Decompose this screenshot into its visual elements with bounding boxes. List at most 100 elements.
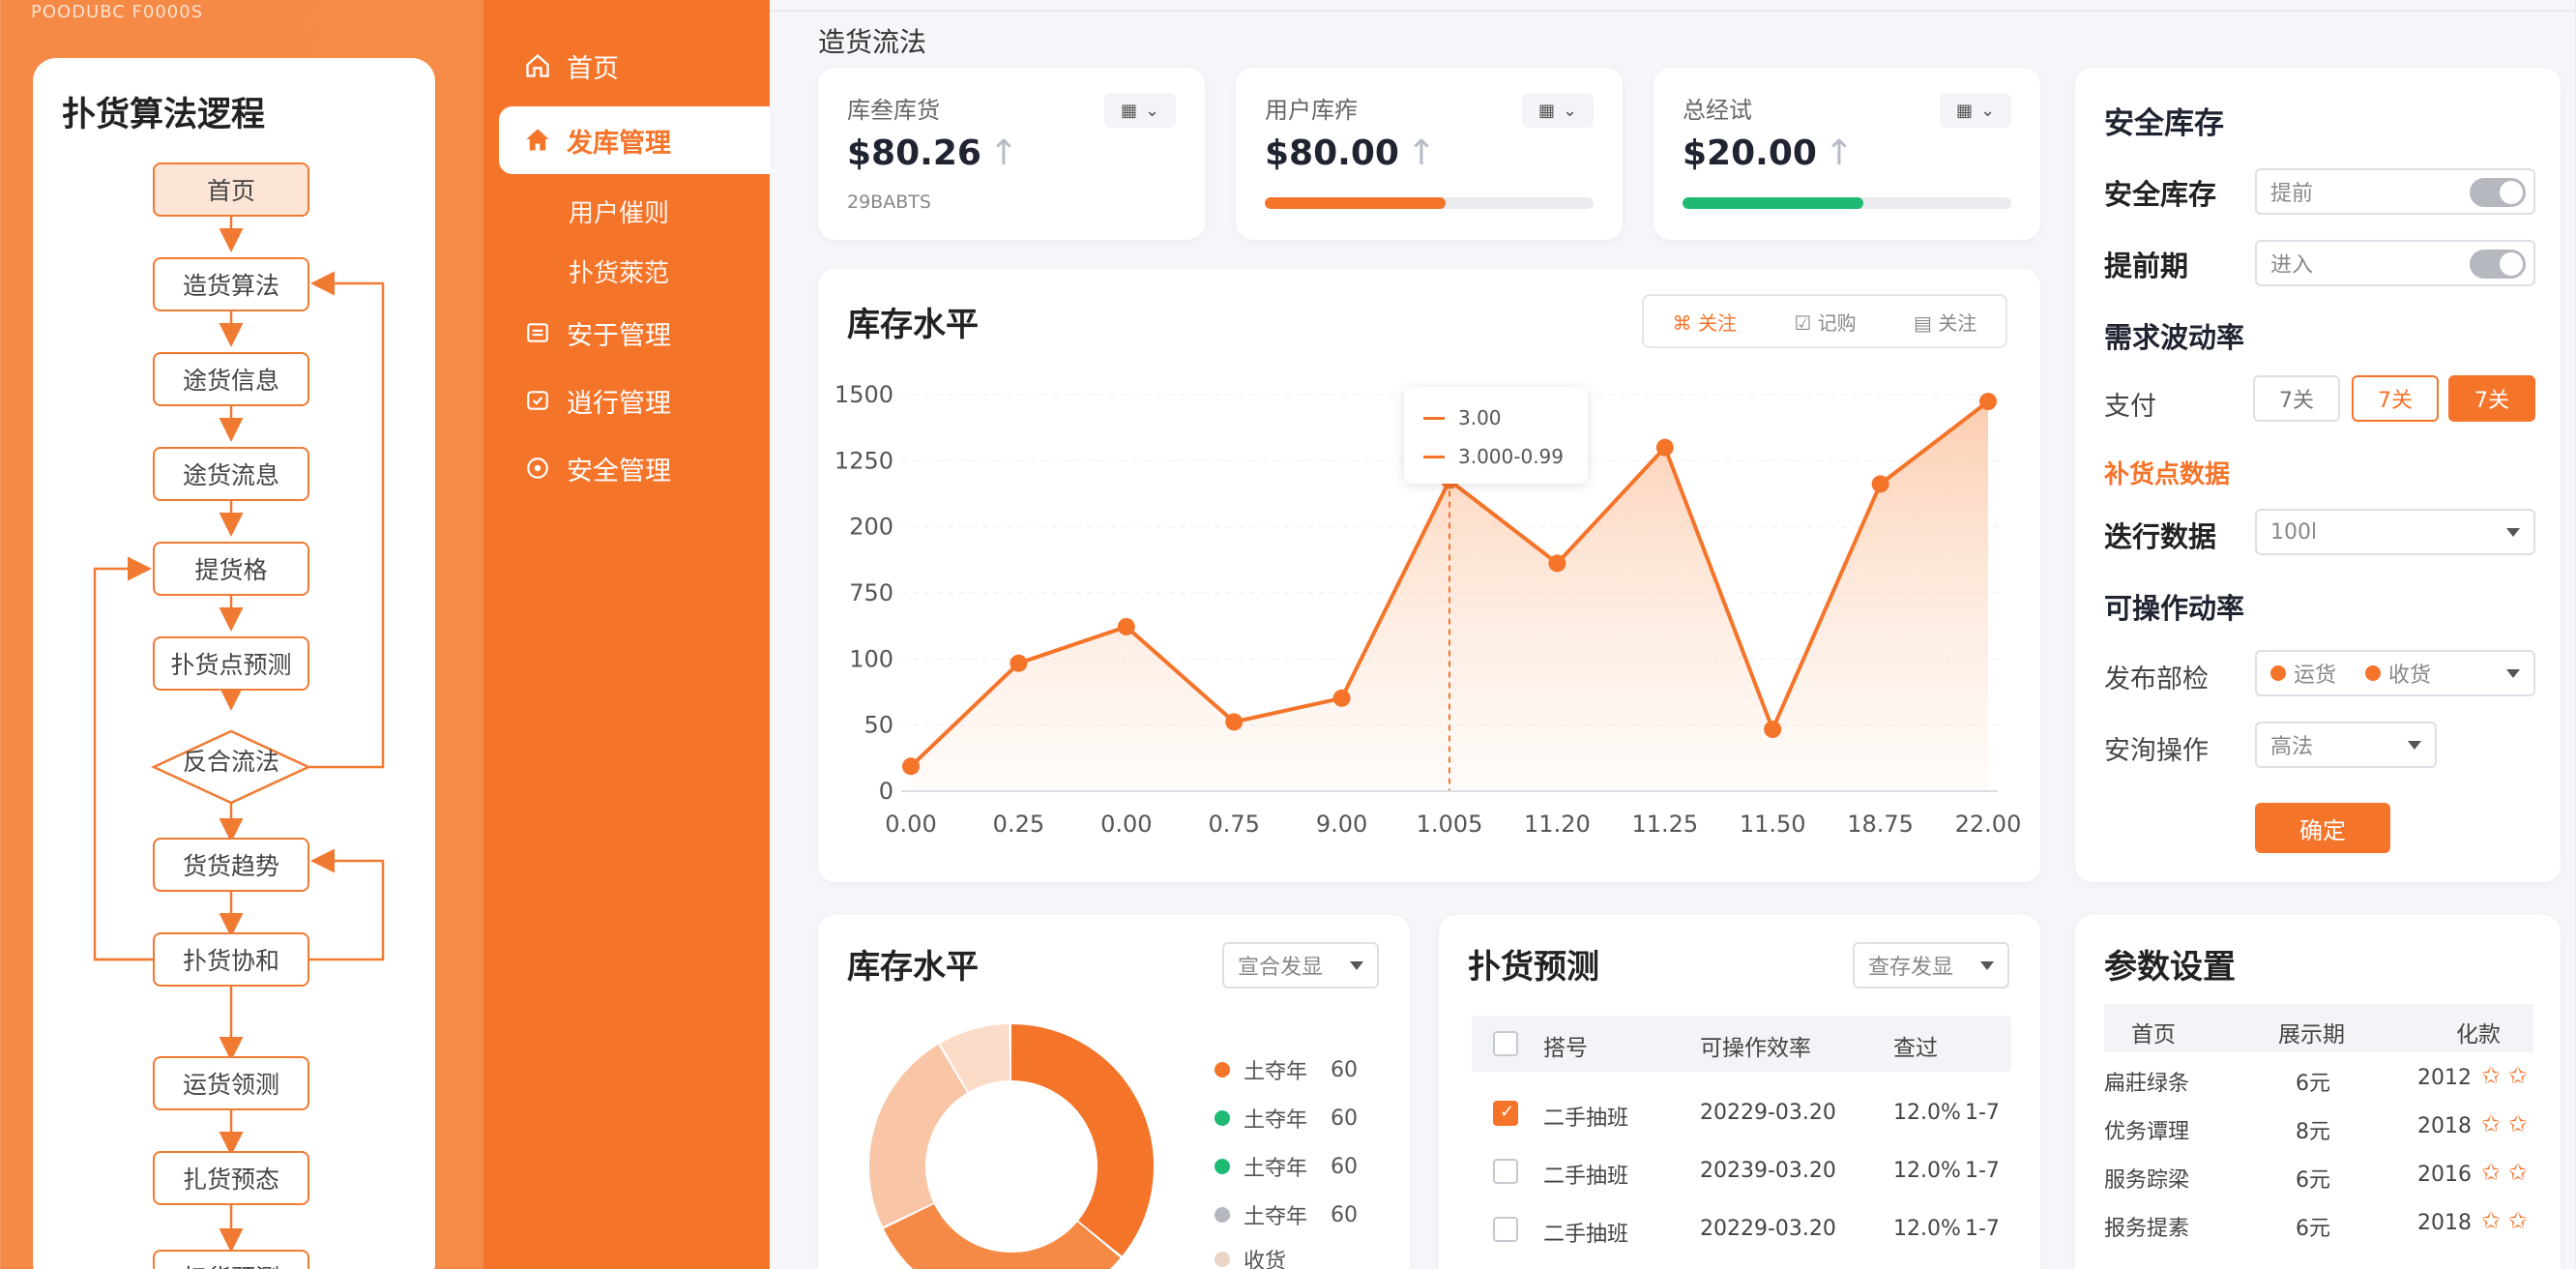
donut-chart (869, 1024, 1154, 1269)
flow-node: 提货格 (153, 542, 309, 596)
safety-stock-input[interactable]: 提前 (2255, 168, 2535, 215)
dot-icon (2270, 665, 2286, 681)
lead-time-input[interactable]: 进入 (2255, 240, 2535, 286)
flow-node: 运货领测 (153, 1056, 309, 1110)
reorder-data-link[interactable]: 补货点数据 (2104, 455, 2230, 490)
flow-node: 扫货预测 (153, 1250, 309, 1269)
donut-slice (883, 1203, 1121, 1269)
flow-node: 途货流息 (153, 447, 309, 501)
x-tick-label: 1.005 (1417, 811, 1483, 838)
star-icon[interactable]: ✩ ✩ (2481, 1110, 2528, 1137)
nav-item-security[interactable]: 安全管理 (524, 447, 671, 489)
publish-select[interactable]: 运货 收货 (2255, 650, 2535, 696)
caret-down-icon (2408, 741, 2421, 750)
legend-item: 土夺年 60 (1215, 1199, 1358, 1230)
star-icon[interactable]: ✩ ✩ (2481, 1159, 2528, 1186)
donut-slice (940, 1024, 1011, 1093)
nav-item-label: 安全管理 (567, 456, 671, 487)
donut-title: 库存水平 (847, 948, 979, 987)
stat-menu-button[interactable]: ▦ ⌄ (1940, 93, 2011, 128)
stat-label: 总经试 (1683, 97, 1752, 124)
chevron-down-icon: ⌄ (1979, 100, 1996, 121)
forecast-select[interactable]: 查存发显 (1853, 942, 2009, 989)
nav-item-label: 发库管理 (567, 128, 671, 159)
legend-item: 土夺年 60 (1215, 1103, 1358, 1134)
top-code-text: POODUBC F0000S (31, 2, 204, 22)
x-tick-label: 18.75 (1847, 811, 1914, 838)
header-divider (770, 10, 2576, 12)
column-header: 搭号 (1543, 1036, 1588, 1061)
params-title: 参数设置 (2104, 948, 2236, 987)
nav-item-warehouse[interactable]: 发库管理 (524, 119, 671, 162)
data-point (1010, 654, 1028, 672)
table-cell: 扁莊绿条 (2104, 1072, 2190, 1096)
donut-select[interactable]: 宣合发显 (1222, 942, 1379, 989)
caret-down-icon (2506, 528, 2520, 537)
stat-menu-button[interactable]: ▦ ⌄ (1522, 93, 1594, 128)
toggle-switch[interactable] (2470, 250, 2526, 279)
chart-tooltip: 3.00 3.000-0.99 (1404, 387, 1588, 484)
y-tick-label: 1250 (834, 447, 893, 474)
area-chart: 1500 1250 200 750 100 50 0 0.00 0.25 0.00 0.75 9.00… (834, 381, 2022, 838)
confirm-button[interactable]: 确定 (2255, 803, 2390, 853)
stat-menu-button[interactable]: ▦ ⌄ (1104, 93, 1176, 128)
legend-dot (1215, 1159, 1230, 1174)
table-cell: 2018 (2417, 1114, 2472, 1138)
row-checkbox[interactable] (1493, 1217, 1518, 1242)
table-cell: 二手抽班 (1543, 1223, 1629, 1247)
y-tick-label: 750 (849, 579, 893, 606)
nav-item-label: 首页 (567, 53, 619, 84)
run-data-select[interactable]: 100l (2255, 509, 2535, 555)
flow-node: 造货算法 (153, 257, 309, 311)
nav-item-label: 安于管理 (567, 320, 671, 351)
table-cell: 1-7 (1965, 1217, 2000, 1241)
row-checkbox[interactable] (1493, 1101, 1518, 1126)
period-pill[interactable]: 7关 (2253, 375, 2340, 422)
table-cell: 服务踪梁 (2104, 1168, 2190, 1193)
select-all-checkbox[interactable] (1493, 1031, 1518, 1056)
dot-icon (2365, 665, 2382, 681)
row-checkbox[interactable] (1493, 1159, 1518, 1184)
setting-label: 支付 (2104, 392, 2156, 422)
star-icon[interactable]: ✩ ✩ (2481, 1062, 2528, 1089)
progress-fill (1683, 197, 1863, 209)
section-title: 需求波动率 (2104, 321, 2245, 354)
x-tick-label: 22.00 (1955, 811, 2022, 838)
nav-item-home[interactable]: 首页 (524, 44, 619, 87)
nav-item-safety[interactable]: 安于管理 (524, 311, 671, 354)
stat-value: $80.00 ↑ (1265, 133, 1437, 173)
y-tick-label: 1500 (834, 381, 893, 408)
setting-label: 迭行数据 (2104, 520, 2217, 553)
shield-icon (524, 455, 551, 482)
nav-sub-item[interactable]: 用户催则 (569, 193, 669, 229)
x-tick-label: 0.00 (885, 811, 936, 838)
period-pill-active[interactable]: 7关 (2448, 375, 2535, 422)
setting-label: 发布部检 (2104, 664, 2209, 694)
settings-card: 安全库存 安全库存 提前 提前期 进入 需求波动率 支付 7关 7关 7关 补货… (2075, 68, 2561, 882)
nav-sub-item[interactable]: 扑货萊范 (569, 253, 669, 289)
caret-down-icon (2506, 669, 2520, 678)
period-pill[interactable]: 7关 (2352, 375, 2439, 422)
y-tick-label: 200 (849, 514, 893, 541)
query-select[interactable]: 高法 (2255, 722, 2437, 768)
table-cell: 12.0% (1893, 1101, 1961, 1125)
toggle-switch[interactable] (2470, 178, 2526, 207)
doc-icon (524, 319, 551, 346)
stat-label: 库叁库货 (847, 97, 940, 124)
nav-item-operations[interactable]: 逍行管理 (524, 379, 671, 422)
star-icon[interactable]: ✩ ✩ (2481, 1207, 2528, 1234)
caret-down-icon (1350, 961, 1363, 970)
setting-label: 安全库存 (2104, 178, 2217, 211)
donut-slice (869, 1045, 968, 1227)
stat-sub: 29BABTS (847, 192, 931, 213)
table-cell: 12.0% (1893, 1159, 1961, 1183)
nav-sidebar (483, 0, 770, 1269)
grid-icon: ▦ (1120, 100, 1137, 121)
table-cell: 2012 (2417, 1066, 2472, 1090)
table-cell: 6元 (2296, 1072, 2330, 1096)
check-box-icon (524, 387, 551, 414)
table-cell: 20229-03.20 (1700, 1101, 1836, 1125)
data-point (1871, 475, 1889, 493)
x-tick-label: 0.00 (1100, 811, 1152, 838)
x-tick-label: 11.25 (1631, 811, 1698, 838)
